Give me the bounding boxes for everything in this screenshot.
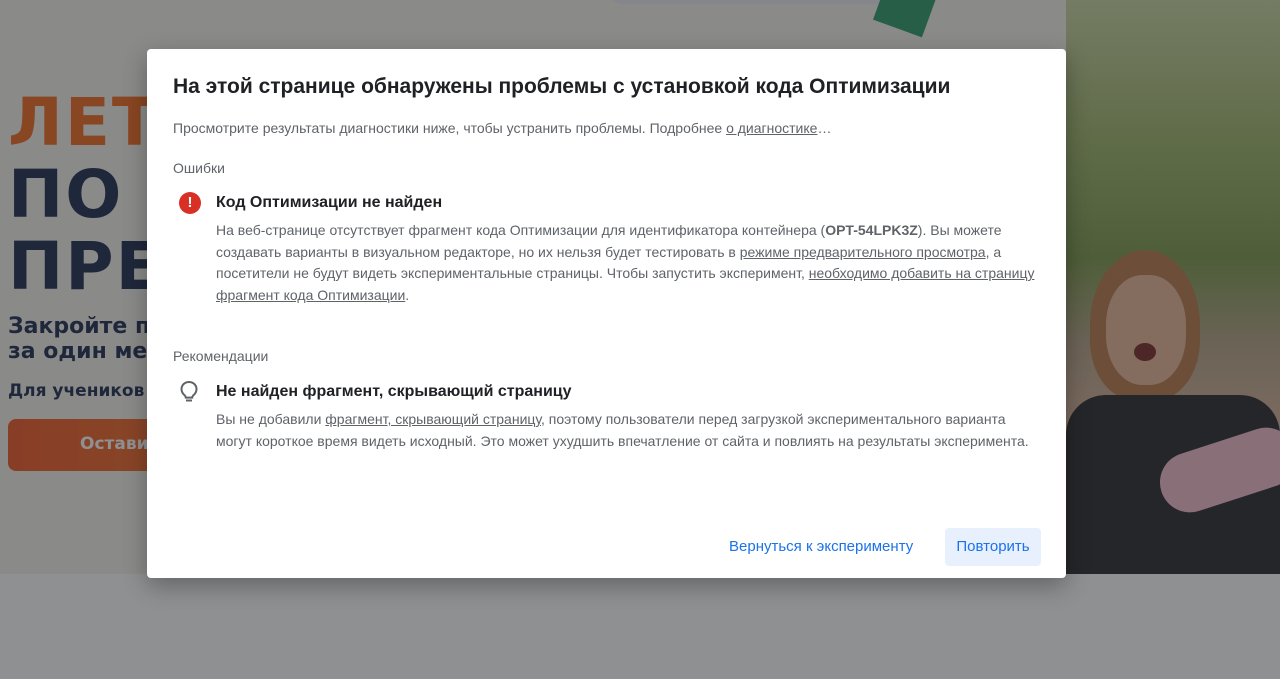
recommendation-description: Вы не добавили фрагмент, скрывающий стра… (216, 409, 1036, 452)
container-id: OPT-54LPK3Z (825, 222, 918, 238)
error-description: На веб-странице отсутствует фрагмент код… (216, 220, 1036, 307)
diagnostics-info-link[interactable]: о диагностике (726, 120, 817, 136)
recommendation-text: Вы не добавили (216, 411, 326, 427)
page-hiding-snippet-link[interactable]: фрагмент, скрывающий страницу (325, 411, 541, 427)
error-title: Код Оптимизации не найден (216, 194, 443, 211)
intro-ellipsis: … (817, 120, 832, 136)
recommendations-section-label: Рекомендации (173, 348, 269, 364)
errors-section-label: Ошибки (173, 160, 225, 176)
recommendation-title: Не найден фрагмент, скрывающий страницу (216, 383, 572, 400)
dialog-intro: Просмотрите результаты диагностики ниже,… (173, 120, 831, 136)
lightbulb-icon (178, 380, 200, 402)
dialog-title: На этой странице обнаружены проблемы с у… (173, 75, 951, 98)
preview-mode-link[interactable]: режиме предварительного просмотра (740, 244, 986, 260)
retry-button[interactable]: Повторить (945, 528, 1041, 566)
error-text: . (405, 287, 410, 304)
diagnostics-dialog: На этой странице обнаружены проблемы с у… (147, 49, 1066, 578)
error-icon: ! (179, 192, 201, 214)
intro-text: Просмотрите результаты диагностики ниже,… (173, 120, 727, 136)
error-text: На веб-странице отсутствует фрагмент код… (216, 222, 826, 238)
back-to-experiment-button[interactable]: Вернуться к эксперименту (717, 528, 925, 566)
